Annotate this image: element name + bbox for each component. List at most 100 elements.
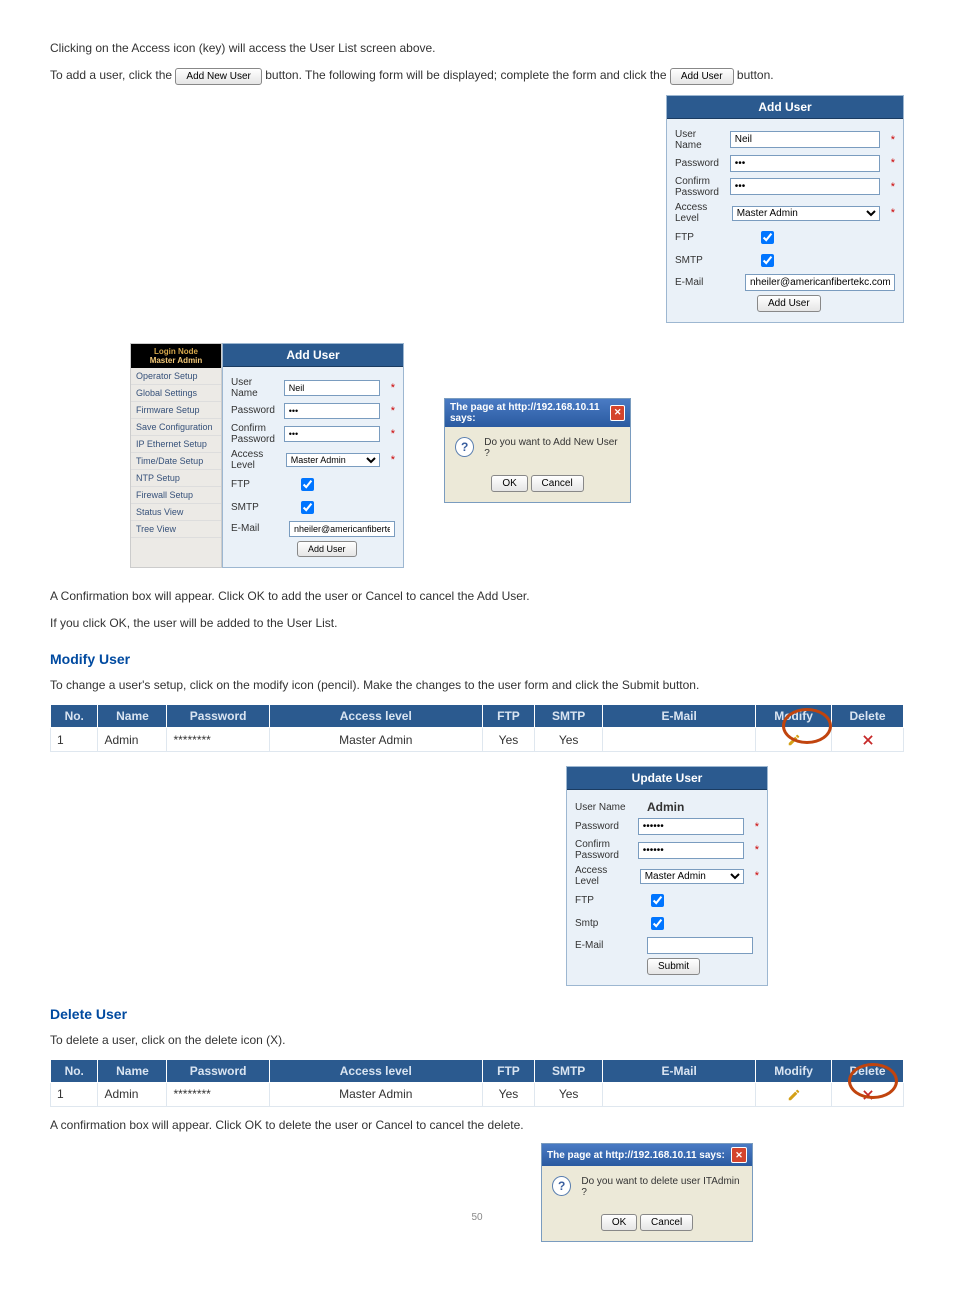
- cell-no: 1: [51, 728, 98, 752]
- add-new-user-button-inline[interactable]: Add New User: [175, 68, 261, 85]
- label-access-level: Access Level: [675, 202, 724, 224]
- page-number: 50: [0, 1212, 954, 1223]
- label-smtp: SMTP: [231, 502, 289, 513]
- email-input[interactable]: [745, 274, 895, 291]
- username-input[interactable]: [730, 131, 880, 148]
- sidebar-item[interactable]: Global Settings: [131, 385, 221, 402]
- label-email: E-Mail: [231, 523, 281, 534]
- cell-password: ********: [167, 728, 269, 752]
- intro-p2b: button. The following form will be displ…: [265, 68, 670, 82]
- user-list-table-delete: No. Name Password Access level FTP SMTP …: [50, 1059, 904, 1107]
- cell-smtp: Yes: [535, 1082, 603, 1106]
- confirm-input[interactable]: [638, 842, 744, 859]
- x-icon: [861, 733, 875, 747]
- password-input[interactable]: [284, 403, 380, 419]
- label-password: Password: [575, 821, 630, 832]
- submit-button[interactable]: Submit: [647, 958, 700, 975]
- email-input[interactable]: [289, 521, 395, 537]
- add-user-button[interactable]: Add User: [757, 295, 821, 312]
- col-name: Name: [98, 1059, 167, 1082]
- sidebar-item[interactable]: Save Configuration: [131, 419, 221, 436]
- cell-delete[interactable]: [832, 1082, 904, 1106]
- col-password: Password: [167, 705, 269, 728]
- add-user-button-inline[interactable]: Add User: [670, 68, 734, 85]
- cell-modify[interactable]: [756, 1082, 832, 1106]
- ftp-checkbox[interactable]: [761, 231, 774, 244]
- password-input[interactable]: [730, 155, 880, 172]
- email-input[interactable]: [647, 937, 753, 954]
- cell-email: [603, 1082, 756, 1106]
- sidebar-item[interactable]: IP Ethernet Setup: [131, 436, 221, 453]
- col-no: No.: [51, 705, 98, 728]
- smtp-checkbox[interactable]: [651, 917, 664, 930]
- update-user-title: Update User: [567, 767, 767, 790]
- user-list-table-modify: No. Name Password Access level FTP SMTP …: [50, 704, 904, 752]
- required-icon: *: [891, 181, 895, 193]
- level-select[interactable]: Master Admin: [640, 869, 744, 884]
- label-password: Password: [231, 405, 276, 416]
- confirm-password-input[interactable]: [730, 178, 880, 195]
- label-confirm: Confirm Password: [575, 839, 630, 861]
- dialog-message: Do you want to delete user ITAdmin ?: [581, 1176, 742, 1198]
- close-icon[interactable]: ✕: [610, 405, 625, 421]
- password-input[interactable]: [638, 818, 744, 835]
- col-access: Access level: [269, 1059, 482, 1082]
- pencil-icon: [787, 1088, 801, 1102]
- col-delete: Delete: [832, 1059, 904, 1082]
- question-icon: ?: [455, 437, 474, 457]
- label-username: User Name: [675, 129, 722, 151]
- add-user-panel-small: Add User User Name* Password* Confirm Pa…: [222, 343, 404, 568]
- intro-p1: Clicking on the Access icon (key) will a…: [50, 40, 904, 57]
- col-modify: Modify: [756, 1059, 832, 1082]
- delete-user-para: To delete a user, click on the delete ic…: [50, 1032, 904, 1049]
- cancel-button[interactable]: Cancel: [531, 475, 584, 492]
- smtp-checkbox[interactable]: [301, 501, 314, 514]
- label-ftp: FTP: [575, 895, 639, 906]
- col-ftp: FTP: [482, 1059, 534, 1082]
- required-icon: *: [891, 134, 895, 146]
- smtp-checkbox[interactable]: [761, 254, 774, 267]
- label-level: Access Level: [231, 449, 278, 471]
- label-password: Password: [675, 158, 722, 169]
- ftp-checkbox[interactable]: [301, 478, 314, 491]
- update-user-panel: Update User User NameAdmin Password* Con…: [566, 766, 768, 986]
- sidebar-item[interactable]: Time/Date Setup: [131, 453, 221, 470]
- sidebar-item[interactable]: Tree View: [131, 521, 221, 538]
- username-input[interactable]: [284, 380, 380, 396]
- ftp-checkbox[interactable]: [651, 894, 664, 907]
- required-icon: *: [891, 157, 895, 169]
- confirm-input[interactable]: [284, 426, 380, 442]
- label-username: User Name: [231, 377, 276, 399]
- col-smtp: SMTP: [535, 1059, 603, 1082]
- col-email: E-Mail: [603, 705, 756, 728]
- col-modify: Modify: [756, 705, 832, 728]
- label-username: User Name: [575, 802, 639, 813]
- level-select[interactable]: Master Admin: [286, 453, 380, 467]
- sidebar-item[interactable]: NTP Setup: [131, 470, 221, 487]
- sidebar-item[interactable]: Operator Setup: [131, 368, 221, 385]
- confirm-para-a: A Confirmation box will appear. Click OK…: [50, 588, 904, 605]
- cell-name: Admin: [98, 1082, 167, 1106]
- label-confirm-password: Confirm Password: [675, 176, 722, 198]
- required-icon: *: [891, 207, 895, 219]
- col-name: Name: [98, 705, 167, 728]
- ok-button[interactable]: OK: [491, 475, 527, 492]
- add-user-panel-large: Add User User Name * Password * Confirm Pa…: [666, 95, 904, 323]
- label-confirm: Confirm Password: [231, 423, 276, 445]
- operator-setup-screenshot: Login NodeMaster Admin Operator Setup Gl…: [130, 343, 404, 568]
- confirm-add-dialog: The page at http://192.168.10.11 says:✕ …: [444, 398, 631, 503]
- cell-delete[interactable]: [832, 728, 904, 752]
- sidebar-item[interactable]: Firewall Setup: [131, 487, 221, 504]
- cell-ftp: Yes: [482, 1082, 534, 1106]
- access-level-select[interactable]: Master Admin: [732, 206, 880, 221]
- x-icon: [861, 1088, 875, 1102]
- label-ftp: FTP: [675, 232, 749, 243]
- col-smtp: SMTP: [535, 705, 603, 728]
- add-user-button[interactable]: Add User: [297, 541, 357, 557]
- cell-email: [603, 728, 756, 752]
- sidebar-item[interactable]: Status View: [131, 504, 221, 521]
- cell-modify[interactable]: [756, 728, 832, 752]
- label-smtp: SMTP: [675, 255, 749, 266]
- close-icon[interactable]: ✕: [731, 1147, 747, 1163]
- sidebar-item[interactable]: Firmware Setup: [131, 402, 221, 419]
